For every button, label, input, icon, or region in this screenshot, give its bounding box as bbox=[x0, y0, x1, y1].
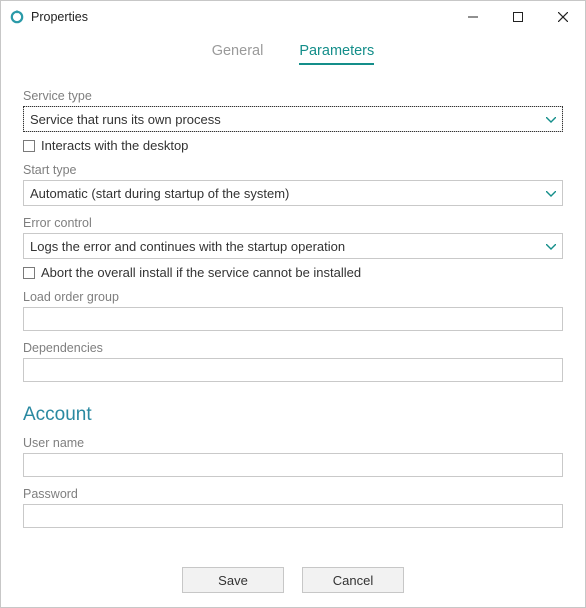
cancel-button[interactable]: Cancel bbox=[302, 567, 404, 593]
content-area: Service type Service that runs its own p… bbox=[1, 71, 585, 551]
window-controls bbox=[450, 1, 585, 33]
label-load-order-group: Load order group bbox=[23, 290, 563, 304]
label-start-type: Start type bbox=[23, 163, 563, 177]
select-start-type[interactable]: Automatic (start during startup of the s… bbox=[23, 180, 563, 206]
checkbox-label: Abort the overall install if the service… bbox=[41, 265, 361, 280]
tab-parameters[interactable]: Parameters bbox=[299, 43, 374, 65]
input-load-order-group[interactable] bbox=[23, 307, 563, 331]
chevron-down-icon bbox=[546, 112, 556, 126]
input-dependencies[interactable] bbox=[23, 358, 563, 382]
label-user-name: User name bbox=[23, 436, 563, 450]
titlebar: Properties bbox=[1, 1, 585, 33]
checkbox-box bbox=[23, 140, 35, 152]
input-password[interactable] bbox=[23, 504, 563, 528]
footer: Save Cancel bbox=[1, 551, 585, 607]
properties-window: Properties General Parameters Service ty… bbox=[0, 0, 586, 608]
select-error-control-value: Logs the error and continues with the st… bbox=[30, 239, 546, 254]
checkbox-interacts-desktop[interactable]: Interacts with the desktop bbox=[23, 138, 563, 153]
maximize-button[interactable] bbox=[495, 1, 540, 33]
app-icon bbox=[9, 9, 25, 25]
select-error-control[interactable]: Logs the error and continues with the st… bbox=[23, 233, 563, 259]
label-dependencies: Dependencies bbox=[23, 341, 563, 355]
tab-general[interactable]: General bbox=[212, 43, 264, 65]
input-user-name[interactable] bbox=[23, 453, 563, 477]
checkbox-label: Interacts with the desktop bbox=[41, 138, 188, 153]
minimize-button[interactable] bbox=[450, 1, 495, 33]
select-start-type-value: Automatic (start during startup of the s… bbox=[30, 186, 546, 201]
window-title: Properties bbox=[31, 10, 88, 24]
label-service-type: Service type bbox=[23, 89, 563, 103]
tabs: General Parameters bbox=[1, 33, 585, 71]
label-error-control: Error control bbox=[23, 216, 563, 230]
select-service-type-value: Service that runs its own process bbox=[30, 112, 546, 127]
save-button[interactable]: Save bbox=[182, 567, 284, 593]
select-service-type[interactable]: Service that runs its own process bbox=[23, 106, 563, 132]
chevron-down-icon bbox=[546, 239, 556, 253]
heading-account: Account bbox=[23, 404, 563, 426]
checkbox-box bbox=[23, 267, 35, 279]
chevron-down-icon bbox=[546, 186, 556, 200]
label-password: Password bbox=[23, 487, 563, 501]
checkbox-abort-install[interactable]: Abort the overall install if the service… bbox=[23, 265, 563, 280]
close-button[interactable] bbox=[540, 1, 585, 33]
